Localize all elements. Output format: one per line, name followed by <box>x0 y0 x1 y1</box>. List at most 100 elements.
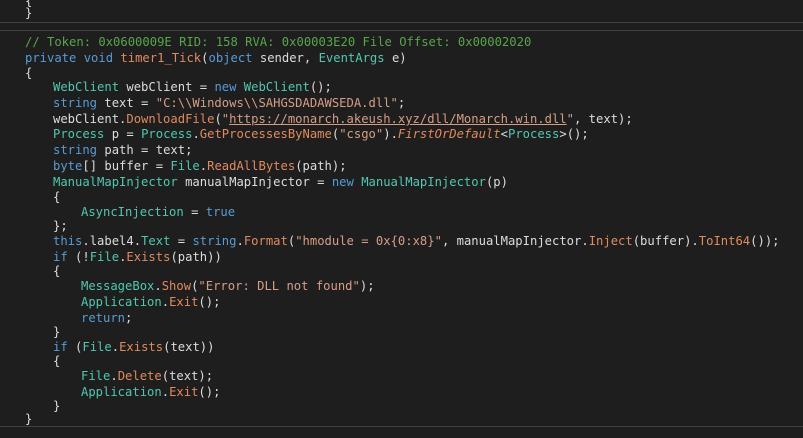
code-text: ; <box>125 311 133 325</box>
method-name[interactable]: ReadAllBytes <box>207 159 295 173</box>
brace: { <box>53 264 61 278</box>
code-text: >(); <box>559 127 589 141</box>
code-text: . <box>161 295 170 309</box>
brace: } <box>53 399 61 413</box>
method-name[interactable]: Exists <box>119 340 163 354</box>
code-text: webClient. <box>53 112 127 126</box>
string-literal: " <box>566 112 574 126</box>
code-text: , text); <box>574 112 633 126</box>
code-text: (path); <box>295 159 347 173</box>
code-line: } <box>53 399 60 414</box>
code-text: ( <box>214 112 222 126</box>
code-line: WebClient webClient = new WebClient(); <box>53 80 332 95</box>
type-name[interactable]: MessageBox <box>81 279 154 293</box>
keyword: string <box>53 96 98 110</box>
type-name[interactable]: ManualMapInjector <box>361 175 486 189</box>
keyword: if <box>53 250 68 264</box>
type-name[interactable]: Process <box>141 127 192 141</box>
method-name[interactable]: Inject <box>589 234 633 248</box>
code-line: File.Delete(text); <box>81 369 213 384</box>
method-name[interactable]: FirstOrDefault <box>398 127 501 141</box>
method-name[interactable]: Exit <box>169 295 198 309</box>
code-text: (text); <box>161 369 214 383</box>
property-name[interactable]: Text <box>141 234 170 248</box>
brace: } <box>53 325 61 339</box>
code-text: ). <box>383 127 398 141</box>
code-line: if (File.Exists(text)) <box>53 340 214 355</box>
code-line: webClient.DownloadFile( "https://monarch.… <box>53 112 633 127</box>
method-name[interactable]: Format <box>244 234 288 248</box>
keyword: byte <box>53 159 83 173</box>
method-separator <box>0 22 803 23</box>
code-text: webClient = <box>119 80 215 94</box>
type-name[interactable]: Process <box>53 127 104 141</box>
keyword: new <box>214 80 237 94</box>
code-line: { <box>25 66 32 81</box>
type-name[interactable]: File <box>170 159 199 173</box>
code-text: .label4. <box>82 234 142 248</box>
url-link[interactable]: https://monarch.akeush.xyz/dll/Monarch.w… <box>229 112 567 126</box>
brace: }; <box>53 219 68 233</box>
code-line: Application.Exit(); <box>81 385 220 400</box>
code-text: manualMapInjector = <box>177 175 332 189</box>
code-editor[interactable]: { } // Token: 0x0600009E RID: 158 RVA: 0… <box>0 0 803 438</box>
code-text: text = <box>97 96 156 110</box>
type-name[interactable]: WebClient <box>53 80 119 94</box>
code-text: ); <box>359 279 375 293</box>
code-text: (); <box>309 80 332 94</box>
keyword: private <box>25 51 77 65</box>
keyword: true <box>205 205 236 219</box>
method-name[interactable]: ToInt64 <box>699 234 750 248</box>
type-name[interactable]: File <box>82 340 111 354</box>
code-line: // Token: 0x0600009E RID: 158 RVA: 0x000… <box>25 35 531 50</box>
code-text: (); <box>198 295 221 309</box>
keyword: string <box>192 234 237 248</box>
type-name[interactable]: ManualMapInjector <box>53 175 178 189</box>
code-text: (); <box>198 385 221 399</box>
brace: { <box>53 354 61 368</box>
type-name[interactable]: File <box>90 250 119 264</box>
code-line: ManualMapInjector manualMapInjector = ne… <box>53 175 508 190</box>
param: e) <box>384 51 407 65</box>
string-literal: "hmodule = 0x{0:x8}" <box>295 234 442 248</box>
type-name[interactable]: Application <box>81 385 162 399</box>
code-line: }; <box>53 219 68 234</box>
type-name[interactable]: Process <box>508 127 559 141</box>
code-text: < <box>500 127 508 141</box>
code-line: Process p = Process.GetProcessesByName("… <box>53 127 589 142</box>
method-name[interactable]: DownloadFile <box>126 112 214 126</box>
code-line: { <box>53 190 60 205</box>
method-name[interactable]: GetProcessesByName <box>200 127 332 141</box>
code-line: { <box>53 264 60 279</box>
method-name[interactable]: Exit <box>169 385 198 399</box>
brace: { <box>53 190 61 204</box>
brace: } <box>25 412 33 426</box>
code-line: MessageBox.Show("Error: DLL not found"); <box>81 279 375 294</box>
code-text: ; <box>397 96 406 110</box>
code-text: , manualMapInjector. <box>441 234 589 248</box>
code-text: path = text; <box>97 143 193 157</box>
code-line: return; <box>81 311 132 326</box>
method-name[interactable]: Exists <box>126 250 170 264</box>
code-text: = <box>183 205 206 219</box>
type-name[interactable]: WebClient <box>244 80 310 94</box>
keyword: void <box>83 51 114 65</box>
method-name[interactable]: timer1_Tick <box>120 51 201 65</box>
property-name[interactable]: AsyncInjection <box>81 205 184 219</box>
method-name[interactable]: Show <box>162 279 191 293</box>
code-line: string text = "C:\\Windows\\SAHGSDADAWSE… <box>53 96 405 111</box>
keyword: this <box>53 234 83 248</box>
code-text: . <box>154 279 162 293</box>
brace: } <box>25 6 33 20</box>
code-text: . <box>236 234 244 248</box>
method-name[interactable]: Delete <box>118 369 162 383</box>
code-text: ()); <box>750 234 780 248</box>
type-name[interactable]: File <box>81 369 110 383</box>
type-name[interactable]: EventArgs <box>319 51 385 65</box>
type-name[interactable]: Application <box>81 295 162 309</box>
string-literal: "csgo" <box>339 127 384 141</box>
keyword: if <box>53 340 68 354</box>
code-line: AsyncInjection = true <box>81 205 235 220</box>
code-text: . <box>111 340 120 354</box>
code-text: ( <box>67 340 83 354</box>
